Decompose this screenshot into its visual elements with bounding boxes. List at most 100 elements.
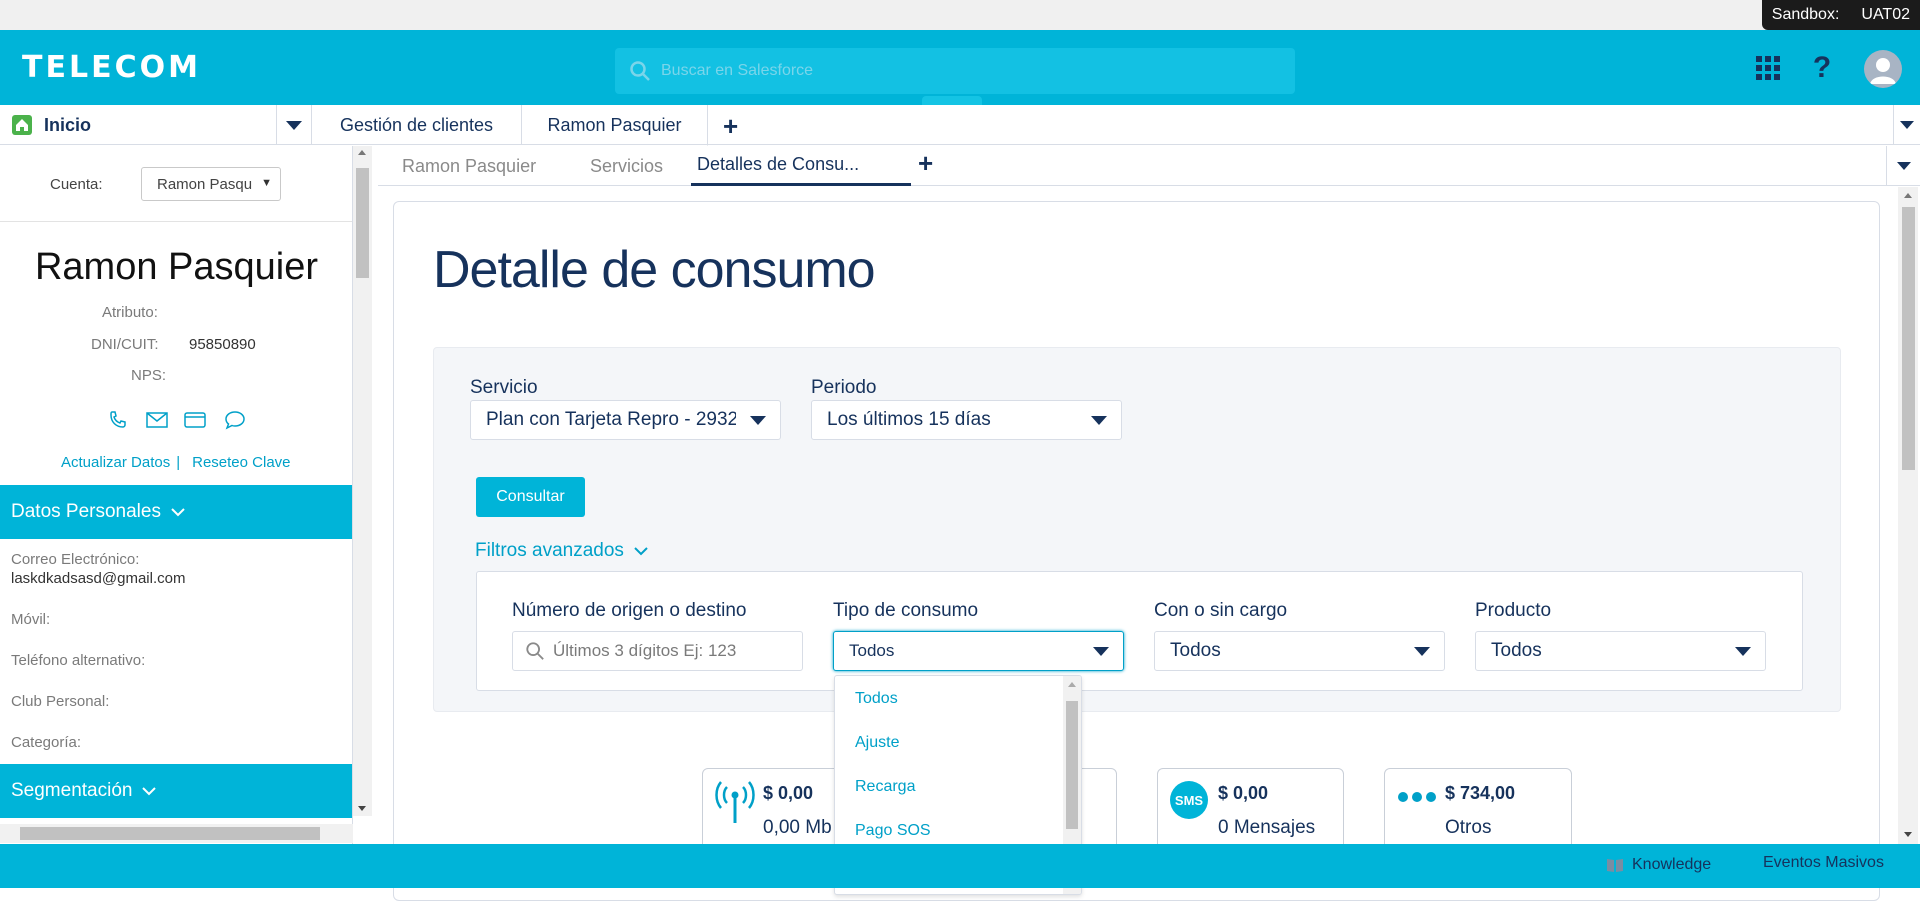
sidebar-horizontal-scrollbar[interactable] (0, 824, 353, 843)
segmentacion-header[interactable]: Segmentación (0, 764, 352, 818)
producto-select[interactable]: Todos (1475, 631, 1766, 671)
search-icon (630, 61, 650, 81)
numero-label: Número de origen o destino (512, 600, 747, 621)
subtab-servicios[interactable]: Servicios (590, 146, 663, 186)
numero-input[interactable]: Últimos 3 dígitos Ej: 123 (512, 631, 803, 671)
app-launcher-icon[interactable] (1750, 50, 1786, 86)
subtab-detalles-consumo[interactable]: Detalles de Consu... (691, 146, 911, 186)
search-expand-handle[interactable] (922, 96, 982, 105)
chevron-down-icon (142, 787, 157, 796)
periodo-value: Los últimos 15 días (827, 409, 991, 430)
segmentacion-label: Segmentación (11, 780, 133, 801)
chevron-down-icon (1414, 647, 1430, 656)
numero-placeholder: Últimos 3 dígitos Ej: 123 (553, 641, 737, 660)
scroll-down-icon[interactable] (1904, 832, 1912, 837)
dropdown-option-ajuste[interactable]: Ajuste (855, 734, 899, 752)
sandbox-badge: Sandbox: UAT02 (1761, 0, 1920, 30)
add-subtab-icon[interactable]: + (918, 148, 933, 179)
tab-ramon-pasquier[interactable]: Ramon Pasquier (522, 105, 708, 146)
dots-icon (1398, 792, 1436, 802)
subtab-detalles-label: Detalles de Consu... (697, 154, 860, 174)
chevron-down-icon (1091, 416, 1107, 425)
customer-name: Ramon Pasquier (34, 246, 319, 288)
scroll-up-icon[interactable] (1904, 193, 1912, 198)
dni-label: DNI/CUIT: (91, 336, 159, 353)
datos-personales-header[interactable]: Datos Personales (0, 485, 352, 539)
card-icon[interactable] (184, 412, 206, 433)
avatar-icon[interactable] (1864, 50, 1902, 88)
tab-inicio[interactable]: Inicio (0, 105, 277, 145)
global-header: TELECOM Buscar en Salesforce ? (0, 30, 1920, 105)
add-tab-icon[interactable]: + (723, 111, 738, 142)
eventos-masivos-button[interactable]: Eventos Masivos (1763, 854, 1884, 872)
scroll-up-icon[interactable] (1068, 682, 1076, 687)
customer-sidebar: Cuenta: Ramon Pasqu ▼ Ramon Pasquier Atr… (0, 146, 353, 844)
search-icon (526, 642, 544, 660)
cuenta-caret-icon: ▼ (261, 177, 272, 189)
nps-label: NPS: (131, 367, 167, 384)
subtab-ramon-pasquier[interactable]: Ramon Pasquier (402, 146, 536, 186)
periodo-select[interactable]: Los últimos 15 días (811, 400, 1122, 440)
consultar-button[interactable]: Consultar (476, 477, 585, 517)
actualizar-datos-link[interactable]: Actualizar Datos (61, 454, 170, 471)
phone-icon[interactable] (108, 410, 128, 435)
datos-sub: 0,00 Mb (763, 817, 832, 838)
cargo-select[interactable]: Todos (1154, 631, 1445, 671)
scroll-down-icon[interactable] (358, 806, 366, 811)
tab-gestion-label: Gestión de clientes (339, 114, 494, 135)
antenna-icon (715, 781, 755, 823)
global-search-input[interactable]: Buscar en Salesforce (615, 48, 1295, 94)
dropdown-option-pago-sos[interactable]: Pago SOS (855, 822, 931, 840)
servicio-label: Servicio (470, 377, 538, 398)
datos-amount: $ 0,00 (763, 783, 814, 803)
tab-gestion-clientes[interactable]: Gestión de clientes (312, 105, 522, 145)
otros-amount: $ 734,00 (1445, 783, 1516, 803)
sandbox-name: UAT02 (1861, 6, 1910, 23)
tab-inicio-chevron-down-icon[interactable] (277, 105, 312, 145)
sidebar-scroll-thumb[interactable] (356, 168, 369, 278)
periodo-label: Periodo (811, 377, 877, 398)
producto-label: Producto (1475, 600, 1552, 621)
dropdown-option-recarga[interactable]: Recarga (855, 778, 915, 796)
tab-inicio-label: Inicio (44, 114, 92, 135)
dni-value: 95850890 (189, 336, 256, 353)
main-scroll-thumb[interactable] (1902, 207, 1915, 470)
divider (0, 221, 352, 222)
actions-row: Actualizar Datos | Reseteo Clave (61, 454, 291, 471)
cuenta-select[interactable]: Ramon Pasqu ▼ (141, 167, 281, 201)
knowledge-button[interactable]: Knowledge (1606, 856, 1711, 874)
scroll-up-icon[interactable] (358, 150, 366, 155)
tipo-consumo-select[interactable]: Todos (833, 631, 1124, 671)
chevron-down-icon (634, 547, 648, 556)
cuenta-label: Cuenta: (50, 176, 103, 193)
dropdown-scroll-thumb[interactable] (1066, 701, 1078, 829)
producto-value: Todos (1491, 640, 1542, 661)
servicio-value: Plan con Tarjeta Repro - 29325638 (486, 409, 736, 430)
datos-personales-label: Datos Personales (11, 501, 161, 522)
categoria-label: Categoría: (11, 734, 82, 751)
main-vertical-scrollbar[interactable] (1898, 187, 1918, 844)
filtros-avanzados-toggle[interactable]: Filtros avanzados (475, 540, 648, 562)
atributo-label: Atributo: (102, 304, 158, 321)
separator: | (176, 454, 181, 471)
sidebar-hscroll-thumb[interactable] (20, 827, 320, 840)
dropdown-option-todos[interactable]: Todos (855, 690, 898, 708)
tipo-value: Todos (849, 641, 895, 660)
sidebar-vertical-scrollbar[interactable] (353, 146, 372, 816)
help-icon[interactable]: ? (1804, 50, 1840, 86)
subtab-overflow-chevron-icon[interactable] (1886, 146, 1920, 186)
page-title: Detalle de consumo (433, 241, 876, 299)
home-icon (12, 115, 32, 135)
telecom-logo: TELECOM (22, 50, 201, 85)
reseteo-clave-link[interactable]: Reseteo Clave (192, 454, 290, 471)
email-icon[interactable] (146, 412, 168, 433)
subtab-ramon-label: Ramon Pasquier (402, 155, 537, 176)
chat-icon[interactable] (224, 410, 246, 435)
club-label: Club Personal: (11, 693, 110, 710)
servicio-select[interactable]: Plan con Tarjeta Repro - 29325638 (470, 400, 781, 440)
knowledge-label: Knowledge (1632, 856, 1712, 873)
sms-amount: $ 0,00 (1218, 783, 1269, 803)
correo-label: Correo Electrónico: (11, 551, 140, 568)
tab-overflow-chevron-icon[interactable] (1893, 105, 1920, 145)
subtab-bar: Ramon Pasquier Servicios Detalles de Con… (378, 146, 1920, 186)
